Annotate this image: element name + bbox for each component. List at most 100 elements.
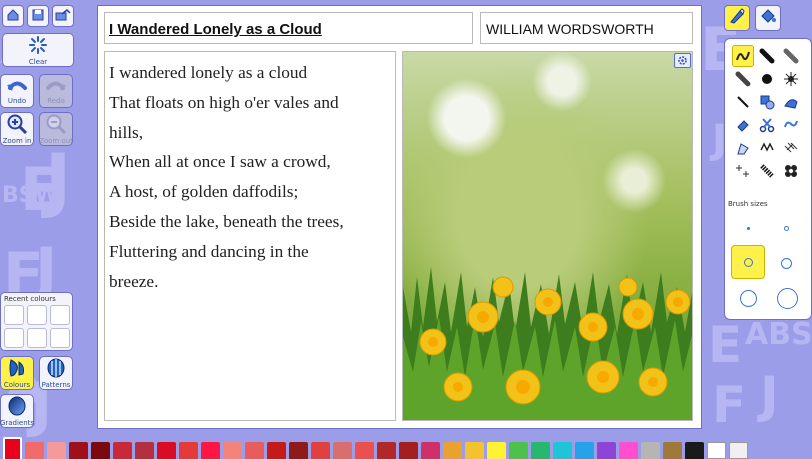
brush-hand[interactable] <box>732 137 754 159</box>
fill-tool-button[interactable] <box>755 5 781 31</box>
colour-swatch[interactable] <box>575 442 594 459</box>
patterns-button[interactable]: Patterns <box>39 356 73 390</box>
recent-colour-slot[interactable] <box>4 328 24 348</box>
poem-line: That floats on high o'er vales and <box>109 92 339 112</box>
colour-swatch[interactable] <box>487 442 506 459</box>
recent-colour-slot[interactable] <box>4 305 24 325</box>
brush-scissors[interactable] <box>756 114 778 136</box>
colour-swatch[interactable] <box>289 442 308 459</box>
colour-swatch[interactable] <box>223 442 242 459</box>
brush-stamp[interactable] <box>780 91 802 113</box>
settings-icon <box>677 51 688 70</box>
colour-swatch[interactable] <box>663 442 682 459</box>
colour-swatch[interactable] <box>597 442 616 459</box>
brush-line[interactable] <box>732 91 754 113</box>
colour-swatch[interactable] <box>619 442 638 459</box>
colour-swatch-bar <box>0 437 812 459</box>
poem-author[interactable]: WILLIAM WORDSWORTH <box>480 12 693 44</box>
colour-swatch[interactable] <box>685 442 704 459</box>
brush-size-1[interactable] <box>738 218 758 238</box>
patterns-label: Patterns <box>41 380 71 389</box>
clear-button[interactable]: Clear <box>2 33 74 67</box>
brush-tool-button[interactable] <box>724 5 750 31</box>
recent-colour-slot[interactable] <box>27 305 47 325</box>
poem-title[interactable]: I Wandered Lonely as a Cloud <box>104 12 473 44</box>
brush-curved-pen[interactable] <box>732 45 754 67</box>
brush-sizes-label: Brush sizes <box>728 200 768 208</box>
brush-size-5[interactable] <box>737 287 759 309</box>
colour-swatch[interactable] <box>245 442 264 459</box>
redo-icon <box>45 78 67 96</box>
brush-loop[interactable] <box>780 114 802 136</box>
colour-swatch[interactable] <box>25 442 44 459</box>
poem-line: breeze. <box>109 271 159 291</box>
colour-swatch[interactable] <box>729 442 748 459</box>
brush-size-4[interactable] <box>776 253 796 273</box>
colour-swatch[interactable] <box>553 442 572 459</box>
daffodils-illustration <box>403 267 692 420</box>
redo-button[interactable]: Redo <box>39 74 73 108</box>
colour-swatch[interactable] <box>91 442 110 459</box>
brush-wave[interactable] <box>756 160 778 182</box>
colour-swatch[interactable] <box>333 442 352 459</box>
colour-swatch[interactable] <box>69 442 88 459</box>
zoom-out-button[interactable]: Zoom out <box>39 112 73 146</box>
brush-size-3[interactable] <box>731 245 765 279</box>
brush-crayon[interactable] <box>732 68 754 90</box>
patterns-icon <box>46 358 66 380</box>
colour-swatch[interactable] <box>465 442 484 459</box>
brush-zigzag[interactable] <box>756 137 778 159</box>
recent-colour-slot[interactable] <box>27 328 47 348</box>
clear-icon <box>28 35 48 57</box>
gradients-button[interactable]: Gradients <box>0 394 34 428</box>
recent-colour-slot[interactable] <box>50 305 70 325</box>
colour-swatch[interactable] <box>399 442 418 459</box>
image-settings-button[interactable] <box>674 53 691 68</box>
colour-swatch[interactable] <box>201 442 220 459</box>
colour-swatch[interactable] <box>531 442 550 459</box>
brush-splatter[interactable] <box>780 68 802 90</box>
zoom-in-button[interactable]: Zoom in <box>0 112 34 146</box>
poem-line: When all at once I saw a crowd, <box>109 152 331 172</box>
brush-shapes[interactable] <box>756 91 778 113</box>
poem-text[interactable]: I wandered lonely as a cloud That floats… <box>104 51 396 421</box>
share-icon <box>55 7 71 26</box>
colours-button[interactable]: Colours <box>0 356 34 390</box>
colour-swatch[interactable] <box>443 442 462 459</box>
brush-airbrush[interactable] <box>756 68 778 90</box>
brush-stars[interactable] <box>732 160 754 182</box>
home-button[interactable] <box>2 5 24 27</box>
undo-button[interactable]: Undo <box>0 74 34 108</box>
fill-tool-icon <box>759 7 777 29</box>
brush-chalk[interactable] <box>780 45 802 67</box>
gradients-icon <box>7 396 27 418</box>
save-button[interactable] <box>27 5 49 27</box>
colour-swatch[interactable] <box>311 442 330 459</box>
undo-icon <box>6 78 28 96</box>
colour-swatch[interactable] <box>157 442 176 459</box>
share-button[interactable] <box>52 5 74 27</box>
colours-icon <box>7 358 27 380</box>
recent-colour-slot[interactable] <box>50 328 70 348</box>
brush-flower[interactable] <box>780 160 802 182</box>
brush-eraser[interactable] <box>732 114 754 136</box>
brush-size-6[interactable] <box>774 285 800 311</box>
colour-swatch[interactable] <box>3 437 22 459</box>
zoom-in-label: Zoom in <box>2 136 32 145</box>
colour-swatch[interactable] <box>641 442 660 459</box>
colour-swatch[interactable] <box>421 442 440 459</box>
colour-swatch[interactable] <box>355 442 374 459</box>
colour-swatch[interactable] <box>47 442 66 459</box>
brush-hatch[interactable] <box>780 137 802 159</box>
colour-swatch[interactable] <box>113 442 132 459</box>
daffodils-photo[interactable] <box>402 51 693 421</box>
colour-swatch[interactable] <box>707 442 726 459</box>
poem-line: Fluttering and dancing in the <box>109 241 309 261</box>
colour-swatch[interactable] <box>135 442 154 459</box>
brush-size-2[interactable] <box>776 218 796 238</box>
colour-swatch[interactable] <box>377 442 396 459</box>
colour-swatch[interactable] <box>267 442 286 459</box>
brush-marker[interactable] <box>756 45 778 67</box>
colour-swatch[interactable] <box>509 442 528 459</box>
colour-swatch[interactable] <box>179 442 198 459</box>
